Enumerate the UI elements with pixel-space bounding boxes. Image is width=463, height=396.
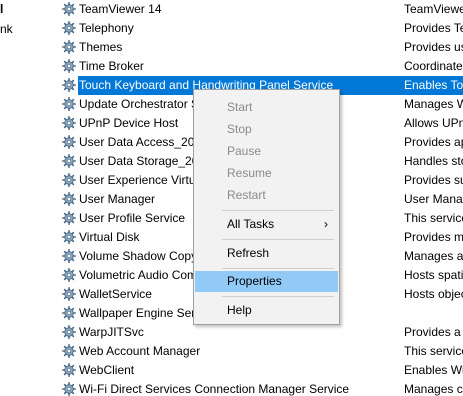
gear-service-icon (62, 211, 76, 225)
gear-service-icon (62, 40, 76, 54)
menu-item-start[interactable]: Start (195, 97, 338, 118)
left-pane-text: l (0, 2, 4, 16)
service-description: Provides us (404, 40, 463, 54)
gear-service-icon (62, 97, 76, 111)
submenu-arrow-icon: › (324, 217, 328, 231)
service-row[interactable]: Themes Provides us (58, 38, 463, 57)
service-description: Provides su (404, 173, 463, 187)
menu-separator (222, 268, 334, 269)
service-description: This service (404, 344, 463, 358)
menu-item-all-tasks[interactable]: All Tasks › (195, 214, 338, 235)
service-description: Manages W (404, 97, 463, 111)
menu-item-pause[interactable]: Pause (195, 141, 338, 162)
service-name: Themes (79, 40, 123, 54)
service-row[interactable]: Time Broker Coordinate (58, 57, 463, 76)
service-name: Web Account Manager (79, 344, 201, 358)
menu-item-label: Pause (227, 144, 262, 158)
gear-service-icon (62, 382, 76, 396)
menu-item-stop[interactable]: Stop (195, 119, 338, 140)
menu-item-help[interactable]: Help (195, 300, 338, 321)
menu-item-label: Refresh (227, 246, 270, 260)
menu-item-label: Stop (227, 122, 252, 136)
menu-item-restart[interactable]: Restart (195, 185, 338, 206)
gear-service-icon (62, 154, 76, 168)
gear-service-icon (62, 135, 76, 149)
service-description: Manages an (404, 249, 463, 263)
service-description: Provides m (404, 230, 463, 244)
menu-item-label: All Tasks (227, 217, 275, 231)
service-description: Enables Tou (404, 78, 463, 92)
gear-service-icon (62, 2, 76, 16)
service-name: WebClient (79, 363, 135, 377)
gear-service-icon (62, 249, 76, 263)
service-name: Time Broker (79, 59, 144, 73)
service-description: This service (404, 211, 463, 225)
gear-service-icon (62, 21, 76, 35)
service-row[interactable]: WebClient Enables Wi (58, 361, 463, 380)
service-description: Handles sto (404, 154, 463, 168)
gear-service-icon (62, 116, 76, 130)
gear-service-icon (62, 59, 76, 73)
service-name: TeamViewer 14 (79, 2, 162, 16)
service-row[interactable]: TeamViewer 14 TeamViewer (58, 0, 463, 19)
service-row[interactable]: Telephony Provides Te (58, 19, 463, 38)
menu-item-label: Restart (227, 188, 266, 202)
context-menu: Start Stop Pause Resume Restart All Task… (193, 89, 340, 325)
service-name: Telephony (79, 21, 134, 35)
menu-item-label: Resume (227, 166, 272, 180)
service-description: Enables Wi (404, 363, 463, 377)
service-description: Allows UPn (404, 116, 463, 130)
service-name: Wi-Fi Direct Services Connection Manager… (79, 382, 350, 396)
menu-item-label: Start (227, 100, 253, 114)
gear-service-icon (62, 344, 76, 358)
gear-service-icon (62, 230, 76, 244)
menu-item-resume[interactable]: Resume (195, 163, 338, 184)
service-description: User Manag (404, 192, 463, 206)
menu-separator (222, 210, 334, 211)
menu-item-label: Properties (227, 274, 282, 288)
service-description: Hosts spati (404, 268, 463, 282)
gear-service-icon (62, 306, 76, 320)
service-description: Provides a J (404, 325, 463, 339)
gear-service-icon (62, 268, 76, 282)
gear-service-icon (62, 363, 76, 377)
service-name: WarpJITSvc (79, 325, 144, 339)
left-pane-link[interactable]: nk (0, 22, 13, 36)
menu-separator (222, 239, 334, 240)
menu-item-refresh[interactable]: Refresh (195, 243, 338, 264)
menu-item-properties[interactable]: Properties (195, 271, 338, 292)
gear-service-icon (62, 287, 76, 301)
service-description: TeamViewer (404, 2, 463, 16)
gear-service-icon (62, 78, 76, 92)
service-description: Provides ap (404, 135, 463, 149)
gear-service-icon (62, 192, 76, 206)
service-description: Hosts objec (404, 287, 463, 301)
gear-service-icon (62, 325, 76, 339)
service-description: Provides Te (404, 21, 463, 35)
service-description: Coordinate (404, 59, 463, 73)
left-pane: l nk (0, 0, 58, 396)
menu-item-label: Help (227, 303, 252, 317)
menu-separator (222, 296, 334, 297)
service-row[interactable]: Web Account Manager This service (58, 342, 463, 361)
service-description: Manages co (404, 382, 463, 396)
service-row[interactable]: WarpJITSvc Provides a J (58, 323, 463, 342)
service-row[interactable]: Wi-Fi Direct Services Connection Manager… (58, 380, 463, 396)
gear-service-icon (62, 173, 76, 187)
